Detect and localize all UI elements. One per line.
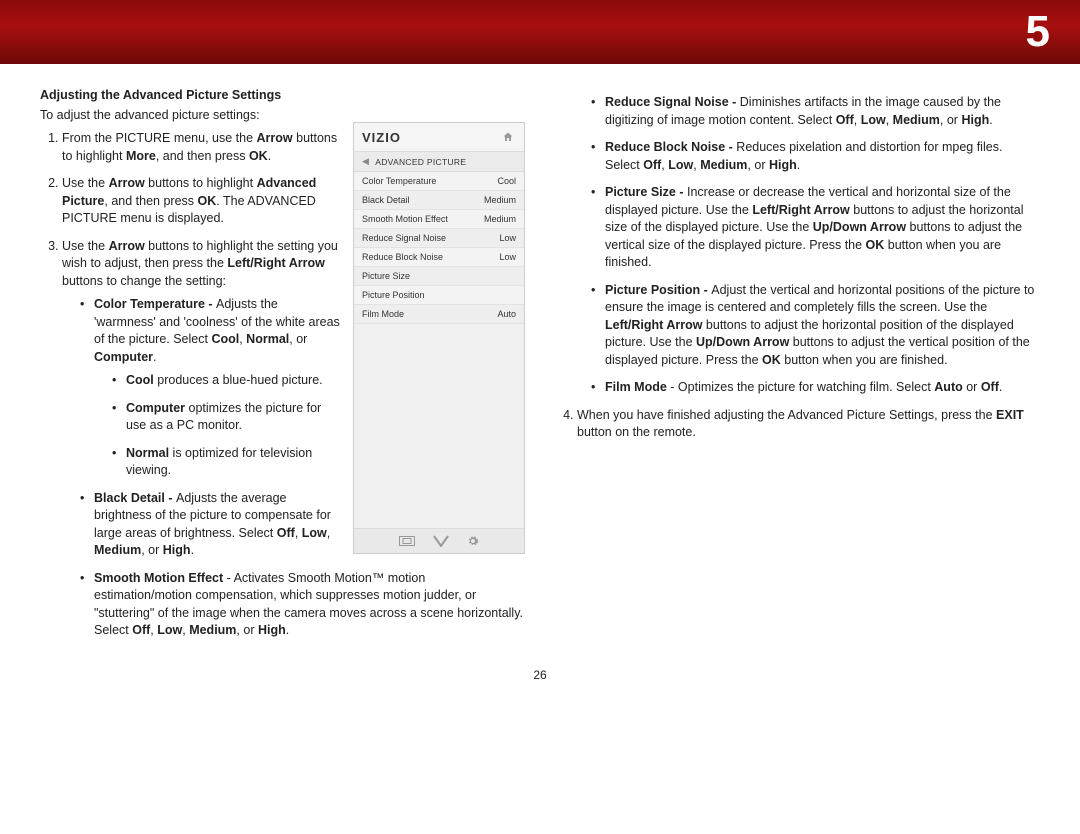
osd-value: Low <box>499 252 516 262</box>
section-title: Adjusting the Advanced Picture Settings <box>40 88 525 102</box>
bullet-color-temperature: Color Temperature - Adjusts the 'warmnes… <box>80 296 525 480</box>
osd-row: Color Temperature Cool <box>354 172 524 191</box>
sub-bullet-computer: Computer optimizes the picture for use a… <box>112 400 525 435</box>
osd-header: VIZIO <box>354 123 524 152</box>
right-steps-list: When you have finished adjusting the Adv… <box>555 407 1040 442</box>
right-column: Reduce Signal Noise - Diminishes artifac… <box>555 88 1040 650</box>
chapter-bar: 5 <box>0 0 1080 64</box>
osd-row: Black Detail Medium <box>354 191 524 210</box>
bullet-black-detail: Black Detail - Adjusts the average brigh… <box>80 490 525 560</box>
osd-row: Reduce Signal Noise Low <box>354 229 524 248</box>
color-temp-sub-bullets: Cool produces a blue-hued picture. Compu… <box>112 372 525 480</box>
osd-logo: VIZIO <box>362 130 401 145</box>
osd-label: Reduce Signal Noise <box>362 233 446 243</box>
chapter-number: 5 <box>1026 7 1050 57</box>
osd-row: Picture Size <box>354 267 524 286</box>
osd-label: Black Detail <box>362 195 410 205</box>
osd-label: Color Temperature <box>362 176 436 186</box>
page-number: 26 <box>0 660 1080 700</box>
osd-row: Smooth Motion Effect Medium <box>354 210 524 229</box>
step-4: When you have finished adjusting the Adv… <box>577 407 1040 442</box>
intro-text: To adjust the advanced picture settings: <box>40 108 525 122</box>
osd-row: Reduce Block Noise Low <box>354 248 524 267</box>
right-settings-bullets: Reduce Signal Noise - Diminishes artifac… <box>591 94 1040 397</box>
bullet-picture-size: Picture Size - Increase or decrease the … <box>591 184 1040 272</box>
step-3: Use the Arrow buttons to highlight the s… <box>62 238 525 640</box>
osd-value: Medium <box>484 214 516 224</box>
osd-label: Smooth Motion Effect <box>362 214 448 224</box>
home-icon <box>500 129 516 145</box>
bullet-picture-position: Picture Position - Adjust the vertical a… <box>591 282 1040 370</box>
settings-bullets: Color Temperature - Adjusts the 'warmnes… <box>80 296 525 640</box>
osd-submenu-title-row: ◀ ADVANCED PICTURE <box>354 152 524 172</box>
osd-submenu-title: ADVANCED PICTURE <box>375 157 466 167</box>
osd-value: Low <box>499 233 516 243</box>
bullet-film-mode: Film Mode - Optimizes the picture for wa… <box>591 379 1040 397</box>
osd-value: Cool <box>497 176 516 186</box>
back-icon: ◀ <box>362 156 369 167</box>
sub-bullet-normal: Normal is optimized for television viewi… <box>112 445 525 480</box>
bullet-reduce-signal-noise: Reduce Signal Noise - Diminishes artifac… <box>591 94 1040 129</box>
page-body: Adjusting the Advanced Picture Settings … <box>0 64 1080 660</box>
sub-bullet-cool: Cool produces a blue-hued picture. <box>112 372 525 390</box>
osd-label: Picture Size <box>362 271 410 281</box>
bullet-smooth-motion: Smooth Motion Effect - Activates Smooth … <box>80 570 525 640</box>
osd-label: Reduce Block Noise <box>362 252 443 262</box>
left-column: Adjusting the Advanced Picture Settings … <box>40 88 525 650</box>
osd-value: Medium <box>484 195 516 205</box>
bullet-reduce-block-noise: Reduce Block Noise - Reduces pixelation … <box>591 139 1040 174</box>
